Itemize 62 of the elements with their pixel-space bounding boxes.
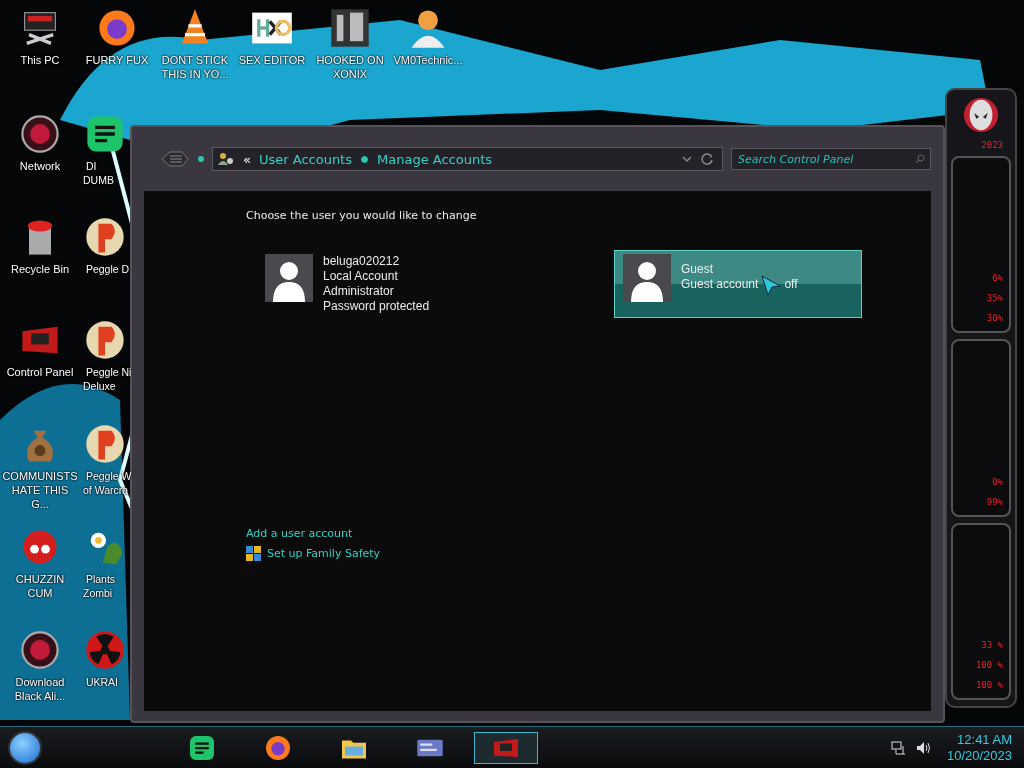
back-button[interactable] [160, 150, 190, 168]
maze-icon [328, 6, 372, 50]
orb-icon [18, 628, 62, 672]
usage-reading: 35% [986, 293, 1003, 304]
usage-reading: 0% [992, 476, 1003, 487]
letter-badge-icon [83, 422, 127, 466]
desktop-shortcut[interactable]: Peggle Ni Deluxe [83, 318, 129, 393]
account-detail: off [784, 277, 798, 292]
account-detail: Administrator [323, 284, 394, 299]
breadcrumb-link[interactable]: Manage Accounts [377, 151, 493, 167]
breadcrumb-link[interactable]: User Accounts [258, 151, 352, 167]
desktop-shortcut[interactable]: This PC [2, 6, 78, 67]
desktop-shortcut[interactable]: CHUZZIN CUM [2, 525, 78, 600]
clock-date[interactable]: 10/20/2023 [946, 747, 1012, 764]
gadget-year: 2023 [981, 140, 1003, 150]
account-detail: Guest account [681, 277, 759, 292]
chevron-down-icon[interactable] [682, 155, 692, 163]
letter-badge-icon [83, 215, 127, 259]
desktop-shortcut[interactable]: Network [2, 112, 78, 173]
avatar-silhouette [265, 254, 313, 302]
windows-flag-icon [246, 546, 261, 561]
search-icon [915, 154, 925, 164]
start-orb[interactable] [8, 730, 42, 765]
account-tile[interactable]: beluga020212 Local Account Administrator Password protected [246, 250, 496, 318]
clock-time[interactable]: 12:41 AM [957, 731, 1012, 748]
desktop-shortcut[interactable]: Download Black Ali... [2, 628, 78, 703]
desktop-shortcut[interactable]: Plants Zombi [83, 525, 129, 600]
account-detail: Local Account [323, 269, 398, 284]
desktop-shortcut[interactable]: Recycle Bin [2, 215, 78, 276]
alien-head-icon [962, 96, 1000, 134]
address-bar[interactable]: « User Accounts Manage Accounts [212, 147, 723, 171]
desktop-shortcut[interactable]: UKRAI [83, 628, 129, 689]
usage-reading: 99% [986, 496, 1003, 507]
task-link[interactable]: Add a user account [246, 527, 353, 540]
desktop-shortcut[interactable]: DI DUMB [83, 112, 129, 187]
search-field[interactable]: Search Control Panel [731, 148, 931, 170]
usage-reading: 30% [986, 313, 1003, 324]
desktop-shortcut[interactable]: COMMUNISTS HATE THIS G... [2, 422, 78, 511]
account-detail: Password protected [323, 299, 430, 314]
breadcrumb-overflow[interactable]: « [243, 151, 251, 167]
avatar-silhouette [623, 254, 671, 302]
status-dot-icon [198, 156, 204, 162]
desktop-shortcut[interactable]: Peggle D [83, 215, 129, 276]
radiation-icon [83, 628, 127, 672]
taskbar-app-button[interactable] [474, 731, 538, 764]
network-icon[interactable] [890, 739, 907, 756]
users-icon [217, 151, 235, 167]
letter-badge-icon [83, 318, 127, 362]
breadcrumb-separator-icon [360, 154, 369, 164]
refresh-icon[interactable] [700, 152, 714, 166]
orb-icon [18, 112, 62, 156]
usage-reading: 33 % [981, 640, 1003, 650]
usage-reading: 100 % [975, 680, 1003, 690]
usage-reading: 6% [992, 273, 1003, 284]
account-tile[interactable]: Guest Guest account off [614, 250, 862, 318]
desktop-shortcut[interactable]: Control Panel [2, 318, 78, 379]
usage-reading: 100 % [975, 660, 1003, 670]
task-link[interactable]: Set up Family Safety [267, 547, 381, 560]
account-name: beluga020212 [323, 254, 401, 269]
mouse-pointer-icon [760, 273, 783, 296]
account-name: Guest [681, 262, 714, 277]
page-heading: Choose the user you would like to change [246, 209, 478, 222]
